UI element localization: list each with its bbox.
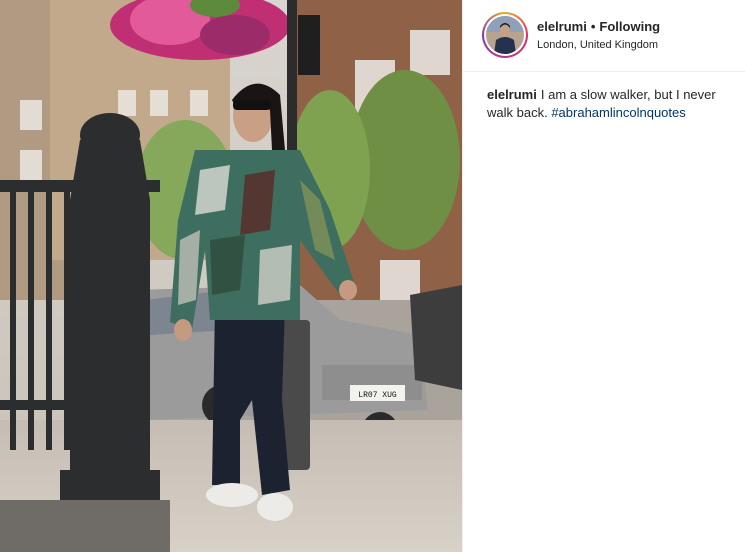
instagram-post: LR07 XUG elelrumi • Following London, Un… <box>0 0 745 552</box>
street-photo-illustration: LR07 XUG <box>0 0 462 552</box>
post-sidebar: elelrumi • Following London, United Kingdo… <box>462 0 745 552</box>
post-caption: elelrumi I am a slow walker, but I never … <box>487 86 732 122</box>
location-link[interactable]: London, United Kingdom <box>537 39 658 51</box>
post-photo[interactable]: LR07 XUG <box>0 0 462 552</box>
avatar-image <box>486 16 524 54</box>
post-header: elelrumi • Following London, United Kingdo… <box>463 0 745 72</box>
username-link[interactable]: elelrumi <box>537 19 587 34</box>
caption-username[interactable]: elelrumi <box>487 87 537 102</box>
hashtag-link[interactable]: #abrahamlincolnquotes <box>551 105 685 120</box>
license-plate: LR07 XUG <box>358 391 397 400</box>
separator-dot: • <box>590 19 596 34</box>
following-button[interactable]: Following <box>599 19 660 34</box>
avatar[interactable] <box>482 12 528 58</box>
